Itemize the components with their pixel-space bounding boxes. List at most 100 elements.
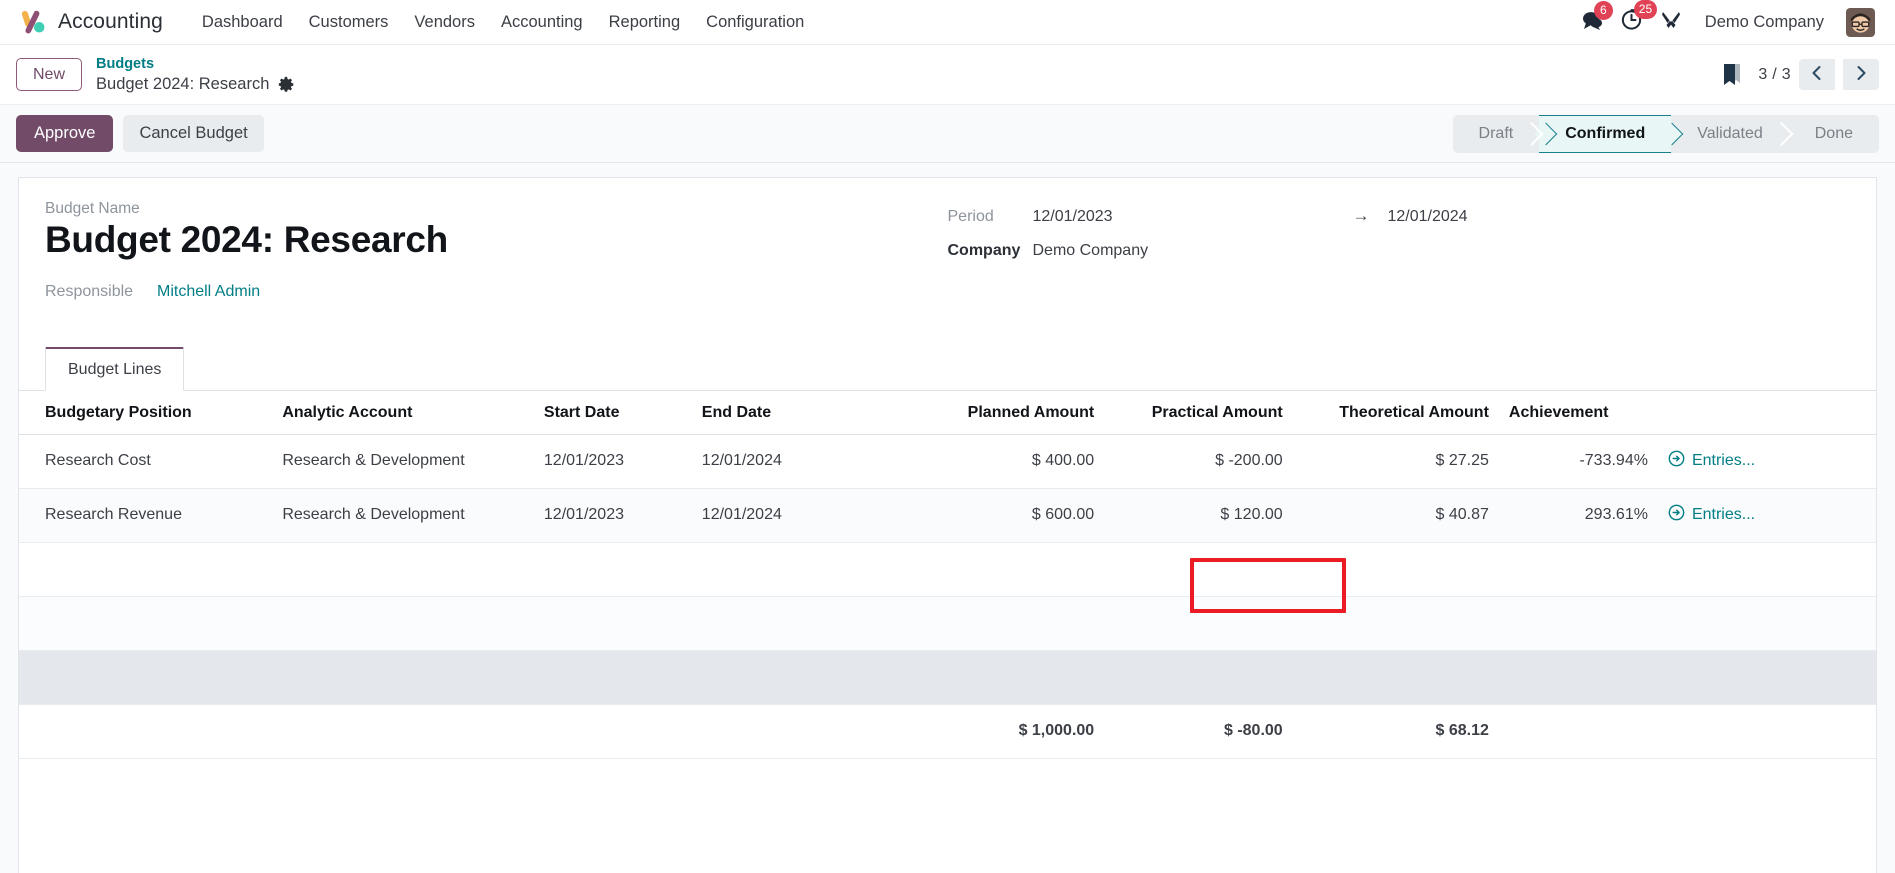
- circle-arrow-right-icon: [1668, 450, 1685, 472]
- cell-end-date[interactable]: 12/01/2024: [691, 434, 916, 489]
- menu-item-configuration[interactable]: Configuration: [693, 7, 817, 38]
- breadcrumb-parent-budgets[interactable]: Budgets: [96, 55, 295, 73]
- gear-icon[interactable]: [278, 76, 295, 93]
- notebook-tabs: Budget Lines: [19, 346, 1876, 391]
- form-header: Budget Name Budget 2024: Research Respon…: [19, 200, 1876, 315]
- empty-cell: [533, 542, 692, 597]
- cell-end-date[interactable]: 12/01/2024: [691, 488, 916, 543]
- empty-cell: [1498, 596, 1658, 651]
- table-row-empty: [19, 542, 1876, 597]
- budget-name-label: Budget Name: [45, 200, 140, 217]
- status-step-validated[interactable]: Validated: [1671, 115, 1789, 153]
- cell-achievement[interactable]: -733.94%: [1498, 434, 1658, 489]
- header-end-date[interactable]: End Date: [691, 390, 916, 435]
- status-step-done[interactable]: Done: [1789, 115, 1879, 153]
- period-start-value[interactable]: 12/01/2023: [1033, 208, 1353, 226]
- company-value[interactable]: Demo Company: [1033, 242, 1149, 260]
- cell-budgetary-position[interactable]: Research Revenue: [19, 488, 273, 543]
- cell-practical-amount[interactable]: $ -200.00: [1104, 434, 1293, 489]
- breadcrumb-current: Budget 2024: Research: [96, 74, 295, 95]
- header-practical-amount[interactable]: Practical Amount: [1104, 390, 1293, 435]
- app-name: Accounting: [58, 10, 163, 33]
- pager-previous-button[interactable]: [1799, 59, 1835, 90]
- status-step-confirmed[interactable]: Confirmed: [1539, 114, 1672, 153]
- empty-cell: [1292, 596, 1499, 651]
- cell-theoretical-amount[interactable]: $ 27.25: [1292, 434, 1499, 489]
- pager: 3 / 3: [1758, 59, 1879, 90]
- cell-planned-amount[interactable]: $ 600.00: [915, 488, 1105, 543]
- menu-item-vendors[interactable]: Vendors: [401, 7, 488, 38]
- cell-entries: Entries...: [1657, 434, 1876, 489]
- totals-practical-amount: $ -80.00: [1104, 704, 1293, 759]
- navbar-systray: 6 25 Demo Company: [1580, 0, 1881, 37]
- header-start-date[interactable]: Start Date: [533, 390, 692, 435]
- cell-practical-amount[interactable]: $ 120.00: [1104, 488, 1293, 543]
- table-row[interactable]: Research Revenue Research & Development …: [19, 488, 1876, 543]
- menu-item-accounting[interactable]: Accounting: [488, 7, 596, 38]
- pager-counter: 3 / 3: [1758, 65, 1791, 83]
- cell-budgetary-position[interactable]: Research Cost: [19, 434, 273, 489]
- responsible-value[interactable]: Mitchell Admin: [157, 283, 260, 301]
- header-planned-amount[interactable]: Planned Amount: [915, 390, 1105, 435]
- breadcrumb-current-label: Budget 2024: Research: [96, 74, 270, 93]
- header-budgetary-position[interactable]: Budgetary Position: [19, 390, 273, 435]
- table-row-empty: [19, 596, 1876, 651]
- cell-analytic-account[interactable]: Research & Development: [272, 488, 534, 543]
- totals-empty-cell: [691, 704, 916, 759]
- bookmark-icon[interactable]: [1720, 62, 1742, 88]
- responsible-label: Responsible: [45, 282, 134, 300]
- cell-theoretical-amount[interactable]: $ 40.87: [1292, 488, 1499, 543]
- page-root: Accounting Dashboard Customers Vendors A…: [0, 0, 1895, 873]
- header-theoretical-amount[interactable]: Theoretical Amount: [1292, 390, 1499, 435]
- activities-button[interactable]: 25: [1620, 0, 1658, 36]
- separator-cell: [19, 650, 1876, 705]
- cell-planned-amount[interactable]: $ 400.00: [915, 434, 1105, 489]
- entries-link[interactable]: Entries...: [1668, 450, 1755, 472]
- cell-achievement[interactable]: 293.61%: [1498, 488, 1658, 543]
- cell-start-date[interactable]: 12/01/2023: [533, 434, 692, 489]
- app-brand[interactable]: Accounting: [14, 8, 163, 36]
- cancel-budget-button[interactable]: Cancel Budget: [123, 115, 264, 152]
- empty-cell: [272, 542, 534, 597]
- cell-analytic-account[interactable]: Research & Development: [272, 434, 534, 489]
- form-sheet: Budget Name Budget 2024: Research Respon…: [18, 177, 1877, 873]
- empty-cell: [915, 596, 1105, 651]
- tab-budget-lines[interactable]: Budget Lines: [45, 346, 185, 391]
- control-panel-action-row: Approve Cancel Budget Draft Confirmed Va…: [0, 105, 1895, 163]
- cell-start-date[interactable]: 12/01/2023: [533, 488, 692, 543]
- empty-cell: [19, 596, 273, 651]
- approve-button[interactable]: Approve: [16, 115, 114, 152]
- empty-cell: [1104, 542, 1293, 597]
- top-navbar: Accounting Dashboard Customers Vendors A…: [0, 0, 1895, 45]
- control-panel-breadcrumb-row: New Budgets Budget 2024: Research 3 / 3: [0, 45, 1895, 105]
- menu-item-dashboard[interactable]: Dashboard: [189, 7, 296, 38]
- empty-cell: [1104, 596, 1293, 651]
- table-head: Budgetary Position Analytic Account Star…: [19, 390, 1876, 435]
- responsible-field: Responsible Mitchell Admin: [45, 283, 948, 301]
- company-label: Company: [947, 242, 1021, 259]
- totals-theoretical-amount: $ 68.12: [1292, 704, 1499, 759]
- menu-item-reporting[interactable]: Reporting: [596, 7, 694, 38]
- messages-button[interactable]: 6: [1580, 0, 1613, 36]
- budget-name-value[interactable]: Budget 2024: Research: [45, 219, 948, 261]
- header-analytic-account[interactable]: Analytic Account: [272, 390, 534, 435]
- period-end-value[interactable]: 12/01/2024: [1388, 208, 1468, 226]
- status-step-draft[interactable]: Draft: [1453, 115, 1540, 153]
- new-button[interactable]: New: [16, 57, 83, 92]
- cell-entries: Entries...: [1657, 488, 1876, 543]
- header-achievement[interactable]: Achievement: [1498, 390, 1658, 435]
- pager-next-button[interactable]: [1843, 59, 1879, 90]
- empty-cell: [915, 542, 1105, 597]
- table-totals-row: $ 1,000.00 $ -80.00 $ 68.12: [19, 704, 1876, 759]
- company-switcher[interactable]: Demo Company: [1699, 9, 1830, 36]
- entries-link[interactable]: Entries...: [1668, 504, 1755, 526]
- totals-empty-cell: [533, 704, 692, 759]
- form-column-left: Budget Name Budget 2024: Research Respon…: [45, 200, 948, 315]
- debug-menu-button[interactable]: [1659, 8, 1683, 37]
- menu-item-customers[interactable]: Customers: [296, 7, 402, 38]
- period-arrow-icon: →: [1352, 206, 1370, 225]
- totals-empty-cell: [272, 704, 534, 759]
- breadcrumb: Budgets Budget 2024: Research: [96, 55, 295, 95]
- user-avatar[interactable]: [1846, 7, 1875, 37]
- table-row[interactable]: Research Cost Research & Development 12/…: [19, 434, 1876, 489]
